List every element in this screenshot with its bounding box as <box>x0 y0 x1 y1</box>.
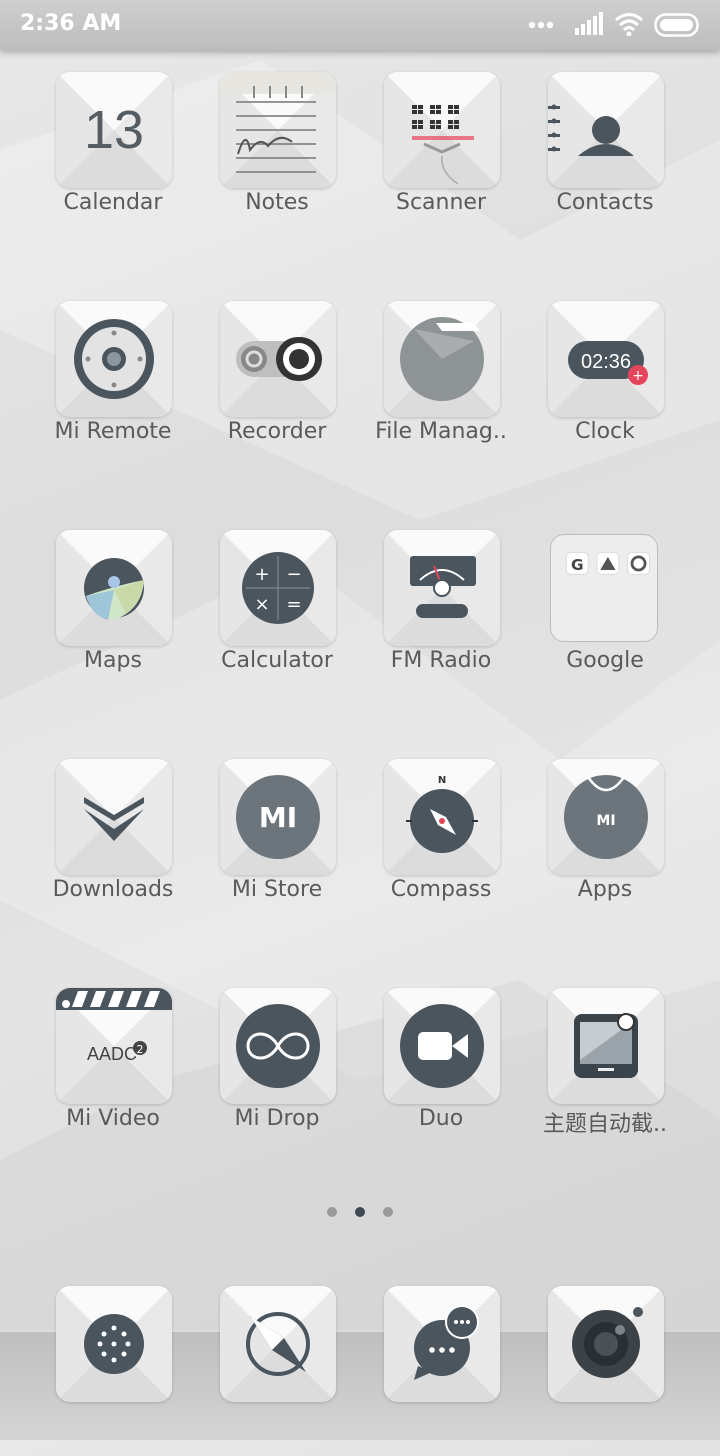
app-label: Duo <box>418 1106 464 1131</box>
svg-text:+: + <box>632 368 644 384</box>
app-mi-drop[interactable]: Mi Drop <box>195 988 359 1158</box>
svg-text:−: − <box>286 564 301 585</box>
app-apps[interactable]: MI Apps <box>523 759 687 929</box>
calendar-day: 13 <box>84 100 144 160</box>
app-label: Mi Video <box>66 1106 160 1131</box>
clock-time: 02:36 <box>581 351 631 373</box>
page-dot-3[interactable] <box>383 1207 393 1217</box>
svg-text:=: = <box>286 594 301 615</box>
page-indicator <box>318 1205 402 1219</box>
app-label: Notes <box>245 190 309 215</box>
notes-tile <box>220 72 336 188</box>
mi-remote-tile <box>56 301 172 417</box>
page-dot-2[interactable] <box>355 1207 365 1217</box>
phone-tile <box>56 1286 172 1402</box>
app-label: Compass <box>390 877 492 902</box>
app-label: Mi Store <box>231 877 323 902</box>
page-dot-1[interactable] <box>327 1207 337 1217</box>
app-label: Mi Remote <box>54 419 172 444</box>
app-label: FM Radio <box>390 648 492 673</box>
app-label: Calculator <box>221 648 333 673</box>
app-theme-screenshot[interactable]: 主题自动截.. <box>523 988 687 1158</box>
fm-radio-tile <box>384 530 500 646</box>
file-manager-tile <box>384 301 500 417</box>
wifi-icon <box>615 13 643 36</box>
contacts-tile <box>548 72 664 188</box>
battery-icon <box>654 13 699 37</box>
scanner-tile <box>384 72 500 188</box>
app-scanner[interactable]: Scanner <box>359 72 523 242</box>
app-label: Contacts <box>556 190 654 215</box>
svg-text:×: × <box>254 594 269 615</box>
app-label: Mi Drop <box>234 1106 320 1131</box>
calculator-tile: + − × = <box>220 530 336 646</box>
compass-tile: N <box>384 759 500 875</box>
status-time: 2:36 AM <box>20 11 122 36</box>
duo-tile <box>384 988 500 1104</box>
clock-tile: 02:36 + <box>548 301 664 417</box>
app-clock[interactable]: 02:36 + Clock <box>523 301 687 471</box>
theme-screenshot-tile <box>548 988 664 1104</box>
app-label: Calendar <box>63 190 163 215</box>
mi-video-tile: AADC 2 <box>56 988 172 1104</box>
app-file-manager[interactable]: File Manag.. <box>359 301 523 471</box>
svg-text:+: + <box>254 564 269 585</box>
app-google[interactable]: G Google <box>523 530 687 700</box>
video-badge: 2 <box>137 1043 144 1056</box>
app-recorder[interactable]: Recorder <box>195 301 359 471</box>
app-notes[interactable]: Notes <box>195 72 359 242</box>
signal-icon <box>575 12 603 35</box>
app-label: Maps <box>84 648 142 673</box>
calendar-tile: 13 <box>56 72 172 188</box>
dock-browser[interactable] <box>195 1286 359 1456</box>
app-downloads[interactable]: Downloads <box>31 759 195 929</box>
app-mi-video[interactable]: AADC 2 Mi Video <box>31 988 195 1158</box>
app-label: Apps <box>577 877 633 902</box>
app-label: 主题自动截.. <box>543 1112 667 1137</box>
recorder-tile <box>220 301 336 417</box>
app-calculator[interactable]: + − × = Calculator <box>195 530 359 700</box>
app-label: File Manag.. <box>375 419 507 444</box>
mi-drop-tile <box>220 988 336 1104</box>
video-text: AADC <box>87 1044 137 1064</box>
app-fm-radio[interactable]: FM Radio <box>359 530 523 700</box>
compass-north: N <box>438 775 446 786</box>
app-label: Clock <box>575 419 635 444</box>
folder-icon: G <box>565 551 651 575</box>
app-mi-store[interactable]: MI Mi Store <box>195 759 359 929</box>
more-dots-icon <box>528 21 554 29</box>
app-label: Scanner <box>395 190 486 215</box>
google-folder-tile: G <box>550 534 658 642</box>
apps-tile: MI <box>548 759 664 875</box>
mi-logo: MI <box>596 813 615 829</box>
app-duo[interactable]: Duo <box>359 988 523 1158</box>
mi-store-tile: MI <box>220 759 336 875</box>
downloads-tile <box>56 759 172 875</box>
app-contacts[interactable]: Contacts <box>523 72 687 242</box>
dock-camera[interactable] <box>523 1286 687 1456</box>
dock-phone[interactable] <box>31 1286 195 1456</box>
app-compass[interactable]: N Compass <box>359 759 523 929</box>
maps-tile <box>56 530 172 646</box>
camera-tile <box>548 1286 664 1402</box>
app-label: Recorder <box>227 419 327 444</box>
mi-logo: MI <box>259 801 297 834</box>
app-maps[interactable]: Maps <box>31 530 195 700</box>
messaging-tile <box>384 1286 500 1402</box>
browser-tile <box>220 1286 336 1402</box>
app-calendar[interactable]: 13 Calendar <box>31 72 195 242</box>
dock-messaging[interactable] <box>359 1286 523 1456</box>
app-mi-remote[interactable]: Mi Remote <box>31 301 195 471</box>
app-label: Google <box>566 648 644 673</box>
status-bar: 2:36 AM <box>0 0 720 50</box>
app-label: Downloads <box>52 877 174 902</box>
google-g: G <box>571 556 584 574</box>
